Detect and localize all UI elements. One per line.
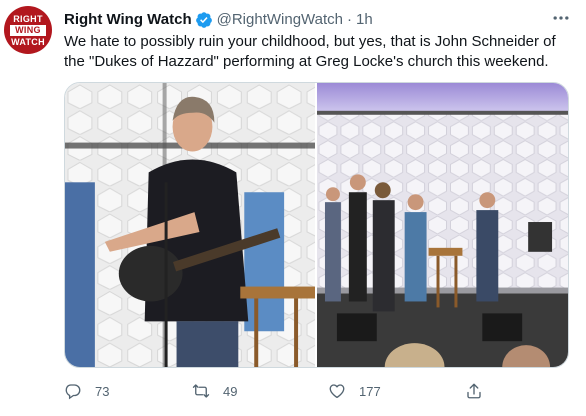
reply-icon: [65, 384, 81, 400]
reply-count: 73: [95, 383, 110, 399]
avatar-line-1: RIGHT: [13, 13, 43, 24]
reply-button[interactable]: 73: [64, 379, 109, 403]
like-count: 177: [359, 383, 381, 399]
photo-stage-band-image: [317, 83, 568, 367]
retweet-icon: [192, 384, 210, 398]
media-grid: [64, 82, 569, 368]
photo-singer-closeup[interactable]: [65, 83, 315, 367]
avatar-line-2: WING: [10, 24, 46, 36]
like-button[interactable]: 177: [328, 379, 381, 403]
avatar[interactable]: RIGHT WING WATCH: [4, 6, 52, 54]
handle[interactable]: @RightWingWatch: [217, 10, 343, 30]
like-icon: [329, 384, 345, 399]
verified-badge-icon: [195, 12, 212, 28]
tweet[interactable]: RIGHT WING WATCH Right Wing Watch @Right…: [0, 0, 586, 416]
tweet-text: We hate to possibly ruin your childhood,…: [64, 33, 556, 70]
display-name[interactable]: Right Wing Watch: [64, 10, 192, 30]
share-icon: [467, 383, 481, 399]
action-bar: 73 49 177: [64, 379, 569, 403]
avatar-line-3: WATCH: [11, 36, 45, 47]
timestamp[interactable]: 1h: [356, 10, 373, 30]
dot-separator: ·: [347, 11, 352, 28]
more-icon[interactable]: [550, 8, 572, 28]
retweet-button[interactable]: 49: [192, 379, 237, 403]
retweet-count: 49: [223, 383, 238, 399]
tweet-header: Right Wing Watch @RightWingWatch · 1h: [64, 10, 586, 30]
share-button[interactable]: [465, 379, 483, 403]
photo-stage-band[interactable]: [317, 83, 568, 367]
photo-singer-closeup-image: [65, 83, 315, 367]
